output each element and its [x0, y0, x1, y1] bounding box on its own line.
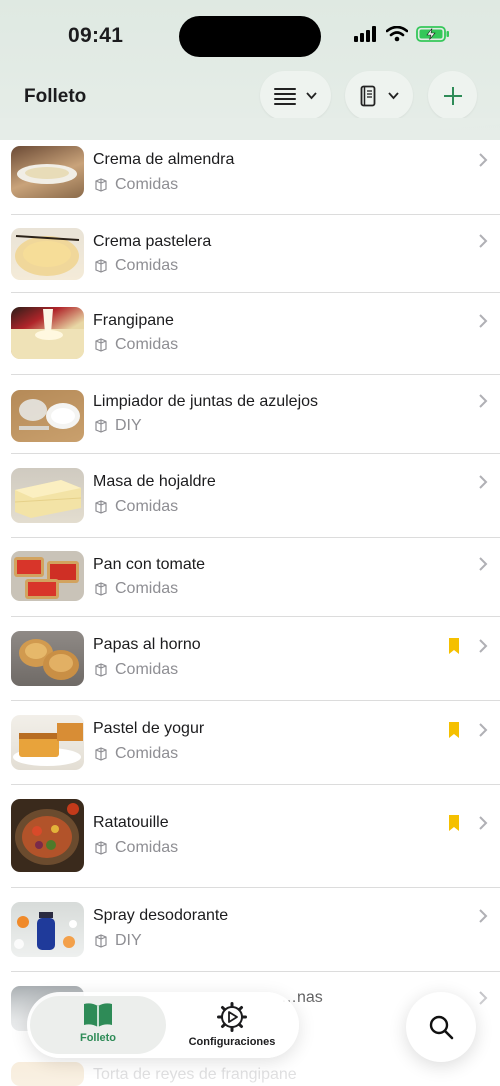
item-category: DIY	[93, 417, 142, 435]
category-icon	[95, 178, 107, 192]
bookmark-icon	[449, 722, 459, 738]
item-thumbnail	[11, 228, 84, 280]
chevron-right-icon	[479, 639, 488, 653]
category-icon	[95, 259, 107, 273]
chevron-right-icon	[479, 153, 488, 167]
list-item[interactable]: Papas al horno Comidas	[11, 631, 500, 701]
list-item[interactable]: Masa de hojaldre Comidas	[11, 468, 500, 538]
list-item[interactable]: Crema pastelera Comidas	[11, 228, 500, 293]
item-category: Comidas	[93, 745, 178, 763]
tab-configuraciones[interactable]: Configuraciones	[167, 1002, 297, 1048]
item-title: Crema pastelera	[93, 233, 212, 250]
category-icon	[95, 338, 107, 352]
booklet-filter-button[interactable]	[345, 71, 413, 120]
item-thumbnail	[11, 307, 84, 359]
search-icon	[429, 1015, 454, 1040]
add-button[interactable]	[428, 71, 477, 120]
chevron-right-icon	[479, 909, 488, 923]
item-thumbnail	[11, 1062, 84, 1086]
chevron-right-icon	[479, 723, 488, 737]
list-item[interactable]: Torta de reyes de frangipane	[11, 1062, 500, 1086]
item-thumbnail	[11, 468, 84, 523]
item-thumbnail	[11, 799, 84, 872]
tab-bar: Folleto Configuraciones	[27, 992, 299, 1058]
chevron-right-icon	[479, 816, 488, 830]
search-button[interactable]	[406, 992, 476, 1062]
tab-folleto[interactable]: Folleto	[30, 1002, 166, 1044]
list-item[interactable]: Ratatouille Comidas	[11, 799, 500, 888]
item-category: Comidas	[93, 498, 178, 516]
item-category: Comidas	[93, 661, 178, 679]
item-thumbnail	[11, 146, 84, 198]
item-title: Torta de reyes de frangipane	[93, 1066, 297, 1083]
category-icon	[95, 500, 107, 514]
status-icons	[354, 26, 450, 42]
item-category: Comidas	[93, 580, 178, 598]
chevron-right-icon	[479, 234, 488, 248]
item-thumbnail	[11, 631, 84, 686]
item-title: Pastel de yogur	[93, 720, 205, 737]
list-item[interactable]: Limpiador de juntas de azulejos DIY	[11, 388, 500, 454]
bookmark-icon	[449, 638, 459, 654]
item-title: Crema de almendra	[93, 151, 235, 168]
item-category: Comidas	[93, 839, 178, 857]
item-category: Comidas	[93, 176, 178, 194]
category-icon	[95, 841, 107, 855]
item-category: Comidas	[93, 336, 178, 354]
item-title: Pan con tomate	[93, 556, 206, 573]
signal-icon	[354, 26, 376, 42]
category-icon	[95, 419, 107, 433]
item-title: Masa de hojaldre	[93, 473, 216, 490]
book-icon	[360, 85, 375, 106]
item-title: Frangipane	[93, 312, 174, 329]
list-item[interactable]: Frangipane Comidas	[11, 307, 500, 375]
gear-icon	[217, 1002, 247, 1032]
item-thumbnail	[11, 715, 84, 770]
list-style-button[interactable]	[260, 71, 331, 120]
item-title: Papas al horno	[93, 636, 201, 653]
item-thumbnail	[11, 551, 84, 601]
list-item[interactable]: Spray desodorante DIY	[11, 902, 500, 972]
dynamic-island	[179, 16, 321, 57]
open-book-icon	[84, 1003, 112, 1027]
wifi-icon	[386, 26, 408, 42]
item-title: Limpiador de juntas de azulejos	[93, 393, 319, 410]
category-icon	[95, 747, 107, 761]
chevron-down-icon	[306, 91, 317, 99]
tab-folleto-label: Folleto	[79, 1032, 117, 1044]
chevron-right-icon	[479, 475, 488, 489]
tab-configuraciones-label: Configuraciones	[188, 1036, 276, 1048]
category-icon	[95, 934, 107, 948]
category-icon	[95, 663, 107, 677]
status-time: 09:41	[68, 24, 124, 47]
chevron-right-icon	[479, 314, 488, 328]
item-title: Spray desodorante	[93, 907, 229, 924]
category-icon	[95, 582, 107, 596]
chevron-right-icon	[479, 991, 488, 1005]
plus-icon	[443, 86, 462, 105]
chevron-right-icon	[479, 557, 488, 571]
chevron-right-icon	[479, 394, 488, 408]
page-title: Folleto	[24, 86, 87, 107]
item-thumbnail	[11, 390, 84, 442]
battery-charging-icon	[416, 26, 449, 42]
list-item[interactable]: Pan con tomate Comidas	[11, 551, 500, 617]
list-icon	[274, 87, 296, 105]
list-item[interactable]: Pastel de yogur Comidas	[11, 715, 500, 785]
list-item[interactable]: Crema de almendra Comidas	[11, 146, 500, 215]
chevron-down-icon	[387, 91, 399, 99]
bookmark-icon	[449, 815, 459, 831]
header-wave	[0, 118, 500, 139]
item-category: Comidas	[93, 257, 178, 275]
item-title: Ratatouille	[93, 814, 169, 831]
item-category: DIY	[93, 932, 142, 950]
item-thumbnail	[11, 902, 84, 957]
